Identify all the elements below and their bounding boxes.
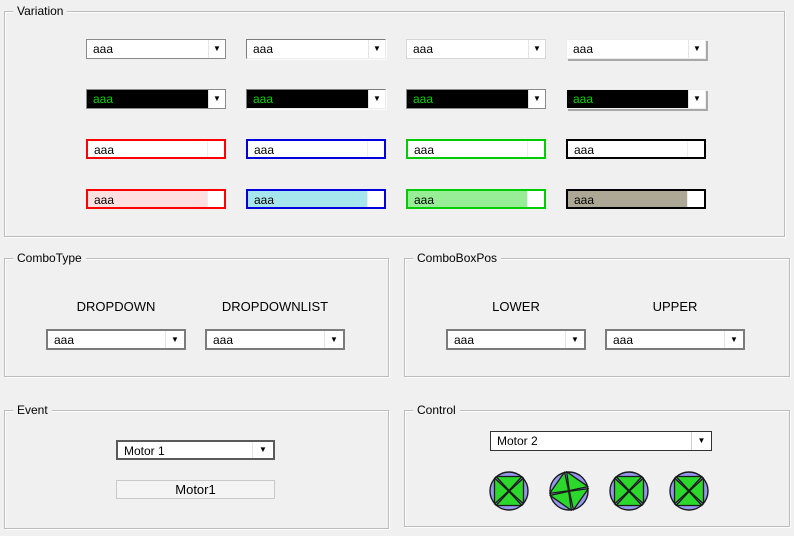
combo-variation-r4c1[interactable]: aaa xyxy=(86,189,226,209)
dropdown-button[interactable]: ▼ xyxy=(688,90,705,108)
combo-variation-r4c2[interactable]: aaa xyxy=(246,189,386,209)
fans-row xyxy=(405,411,789,526)
combo-value: aaa xyxy=(88,191,207,207)
dropdown-button[interactable] xyxy=(687,141,704,157)
combo-value: aaa xyxy=(248,191,367,207)
combo-value: aaa xyxy=(207,331,324,348)
group-combotype: ComboType DROPDOWN DROPDOWNLIST aaa ▼ aa… xyxy=(4,258,389,377)
dropdown-button[interactable]: ▼ xyxy=(528,90,545,108)
combo-variation-r3c3[interactable]: aaa xyxy=(406,139,546,159)
combo-variation-r3c2[interactable]: aaa xyxy=(246,139,386,159)
event-display-label: Motor1 xyxy=(116,480,275,499)
chevron-down-icon: ▼ xyxy=(693,45,701,53)
dropdown-button[interactable] xyxy=(367,191,384,207)
chevron-down-icon: ▼ xyxy=(373,45,381,53)
chevron-down-icon: ▼ xyxy=(259,446,267,454)
dropdown-button[interactable]: ▼ xyxy=(528,40,545,58)
group-event: Event Motor 1 ▼ Motor1 xyxy=(4,410,389,529)
combo-value: aaa xyxy=(408,141,527,157)
dropdown-button[interactable] xyxy=(207,191,224,207)
combo-value: aaa xyxy=(48,331,165,348)
label-upper: UPPER xyxy=(605,299,745,314)
dropdown-button[interactable]: ▼ xyxy=(324,331,343,348)
fan-icon xyxy=(489,471,529,511)
window: Variation aaa ▼ aaa ▼ aaa ▼ aaa ▼ aaa ▼ … xyxy=(0,0,794,536)
combo-variation-r1c3[interactable]: aaa ▼ xyxy=(406,39,546,59)
dropdown-button[interactable]: ▼ xyxy=(368,40,385,58)
dropdown-button[interactable] xyxy=(367,141,384,157)
chevron-down-icon: ▼ xyxy=(171,336,179,344)
combo-value: aaa xyxy=(87,40,208,58)
chevron-down-icon: ▼ xyxy=(533,95,541,103)
combo-value: aaa xyxy=(607,331,724,348)
dropdown-button[interactable]: ▼ xyxy=(724,331,743,348)
combo-value: aaa xyxy=(568,191,687,207)
group-event-title: Event xyxy=(13,403,52,417)
combo-variation-r4c3[interactable]: aaa xyxy=(406,189,546,209)
combo-variation-r3c4[interactable]: aaa xyxy=(566,139,706,159)
combo-event-motor[interactable]: Motor 1 ▼ xyxy=(116,440,275,460)
combo-variation-r4c4[interactable]: aaa xyxy=(566,189,706,209)
chevron-down-icon: ▼ xyxy=(213,45,221,53)
combo-value: aaa xyxy=(567,90,688,108)
combo-value: aaa xyxy=(88,141,207,157)
combo-variation-r2c2[interactable]: aaa ▼ xyxy=(246,89,386,109)
dropdown-button[interactable]: ▼ xyxy=(208,90,225,108)
group-comboboxpos: ComboBoxPos LOWER UPPER aaa ▼ aaa ▼ xyxy=(404,258,790,377)
combo-value: aaa xyxy=(407,90,528,108)
label-dropdownlist: DROPDOWNLIST xyxy=(205,299,345,314)
combo-variation-r3c1[interactable]: aaa xyxy=(86,139,226,159)
chevron-down-icon: ▼ xyxy=(730,336,738,344)
combo-variation-r2c1[interactable]: aaa ▼ xyxy=(86,89,226,109)
group-comboboxpos-title: ComboBoxPos xyxy=(413,251,501,265)
combo-variation-r2c3[interactable]: aaa ▼ xyxy=(406,89,546,109)
combo-value: aaa xyxy=(448,331,565,348)
combo-value: aaa xyxy=(567,40,688,58)
combo-variation-r1c1[interactable]: aaa ▼ xyxy=(86,39,226,59)
combo-dropdown[interactable]: aaa ▼ xyxy=(46,329,186,350)
combo-lower[interactable]: aaa ▼ xyxy=(446,329,586,350)
chevron-down-icon: ▼ xyxy=(213,95,221,103)
combo-variation-r1c2[interactable]: aaa ▼ xyxy=(246,39,386,59)
combo-upper[interactable]: aaa ▼ xyxy=(605,329,745,350)
chevron-down-icon: ▼ xyxy=(330,336,338,344)
dropdown-button[interactable]: ▼ xyxy=(165,331,184,348)
dropdown-button[interactable]: ▼ xyxy=(565,331,584,348)
combo-value: Motor 1 xyxy=(118,442,252,458)
dropdown-button[interactable] xyxy=(527,141,544,157)
combo-value: aaa xyxy=(568,141,687,157)
combo-value: aaa xyxy=(87,90,208,108)
dropdown-button[interactable]: ▼ xyxy=(368,90,385,108)
group-combotype-title: ComboType xyxy=(13,251,86,265)
chevron-down-icon: ▼ xyxy=(533,45,541,53)
chevron-down-icon: ▼ xyxy=(373,95,381,103)
dropdown-button[interactable]: ▼ xyxy=(252,442,273,458)
dropdown-button[interactable] xyxy=(687,191,704,207)
group-variation: Variation aaa ▼ aaa ▼ aaa ▼ aaa ▼ aaa ▼ … xyxy=(4,11,785,237)
label-dropdown: DROPDOWN xyxy=(46,299,186,314)
group-variation-title: Variation xyxy=(13,4,67,18)
label-lower: LOWER xyxy=(446,299,586,314)
dropdown-button[interactable] xyxy=(527,191,544,207)
combo-variation-r2c4[interactable]: aaa ▼ xyxy=(566,89,706,109)
group-control: Control Motor 2 ▼ xyxy=(404,410,790,527)
chevron-down-icon: ▼ xyxy=(693,95,701,103)
combo-variation-r1c4[interactable]: aaa ▼ xyxy=(566,39,706,59)
fan-icon xyxy=(609,471,649,511)
combo-dropdownlist[interactable]: aaa ▼ xyxy=(205,329,345,350)
combo-value: aaa xyxy=(248,141,367,157)
fan-icon xyxy=(549,471,589,511)
combo-value: aaa xyxy=(407,40,528,58)
dropdown-button[interactable] xyxy=(207,141,224,157)
chevron-down-icon: ▼ xyxy=(571,336,579,344)
combo-value: aaa xyxy=(408,191,527,207)
dropdown-button[interactable]: ▼ xyxy=(208,40,225,58)
fan-icon xyxy=(669,471,709,511)
combo-value: aaa xyxy=(247,90,368,108)
dropdown-button[interactable]: ▼ xyxy=(688,40,705,58)
combo-value: aaa xyxy=(247,40,368,58)
